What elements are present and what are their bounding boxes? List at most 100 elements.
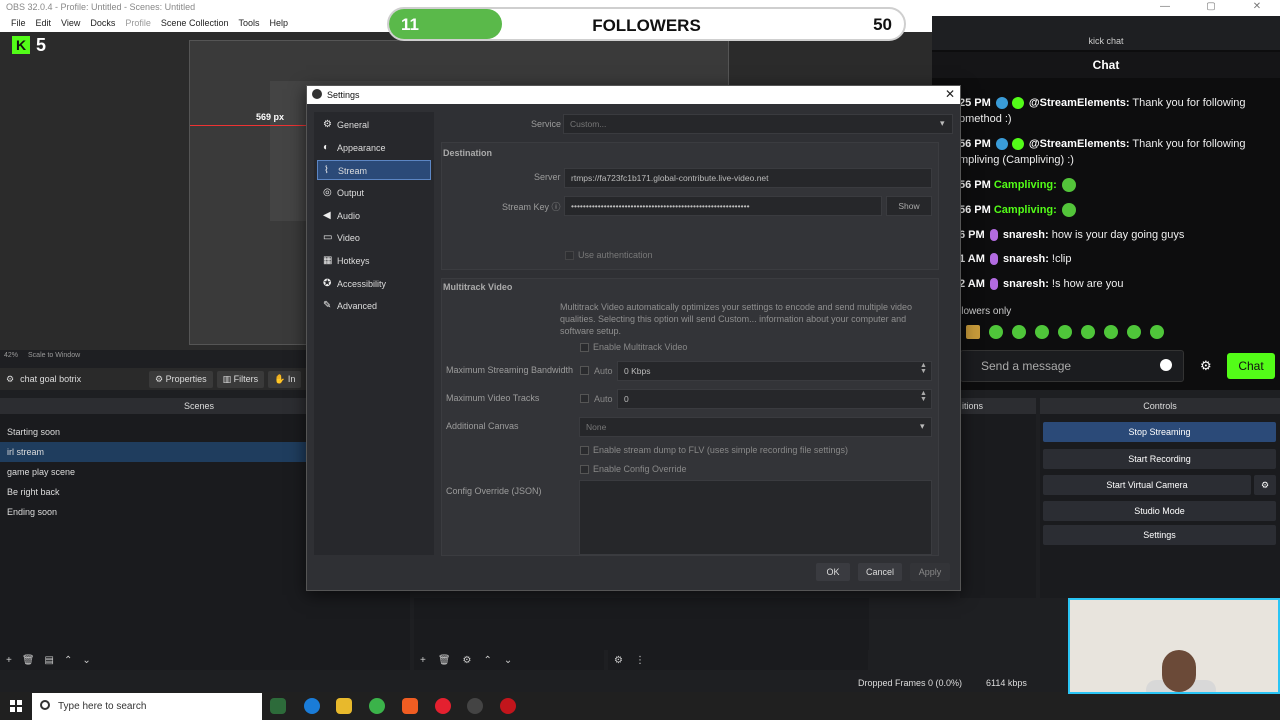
file-explorer-icon[interactable] (336, 698, 352, 714)
nav-output[interactable]: ◎ Output (317, 183, 431, 203)
max-bandwidth-input[interactable]: 0 Kbps (617, 361, 932, 381)
scene-item[interactable]: Starting soon (0, 422, 306, 442)
cancel-button[interactable]: Cancel (858, 563, 902, 581)
scene-item[interactable]: game play scene (0, 462, 306, 482)
brave-icon[interactable] (402, 698, 418, 714)
stop-streaming-button[interactable]: Stop Streaming (1043, 422, 1276, 442)
menu-tools[interactable]: Tools (233, 16, 264, 32)
obs-icon[interactable] (467, 698, 483, 714)
source-down-icon[interactable]: ⌄ (504, 655, 512, 666)
zoom-level[interactable]: 42% (4, 352, 18, 362)
use-auth-checkbox[interactable] (565, 251, 574, 260)
max-tracks-input[interactable]: 0 (617, 389, 932, 409)
minimize-icon[interactable]: — (1142, 0, 1188, 16)
max-tracks-label: Maximum Video Tracks (446, 393, 540, 403)
record-app-icon[interactable] (500, 698, 516, 714)
nav-general[interactable]: ⚙ General (317, 115, 431, 135)
server-input[interactable]: rtmps://fa723fc1b171.global-contribute.l… (564, 168, 932, 188)
terminal-app-icon[interactable] (270, 698, 286, 714)
scene-item-selected[interactable]: irl stream (0, 442, 306, 462)
nav-accessibility[interactable]: ✪ Accessibility (317, 274, 431, 294)
mixer-menu-icon[interactable]: ⋮ (635, 655, 645, 666)
dump-flv-checkbox[interactable] (580, 446, 589, 455)
edge-icon[interactable] (304, 698, 320, 714)
source-settings-icon[interactable]: ⚙ (463, 655, 472, 666)
emote-bar[interactable] (966, 325, 1164, 339)
maximize-icon[interactable]: ▢ (1188, 0, 1234, 16)
dialog-close-icon[interactable]: ✕ (945, 87, 955, 101)
start-recording-button[interactable]: Start Recording (1043, 449, 1276, 469)
show-key-button[interactable]: Show (886, 196, 932, 216)
canvas-dropdown-icon[interactable]: ▾ (920, 421, 925, 432)
chat-message: 25 PM @StreamElements: Thank you for fol… (959, 97, 1246, 125)
tracks-spinner-icon[interactable]: ▲ ▼ (920, 390, 927, 403)
nav-advanced[interactable]: ✎ Advanced (317, 296, 431, 316)
bandwidth-spinner-icon[interactable]: ▲ ▼ (920, 362, 927, 375)
menu-view[interactable]: View (56, 16, 85, 32)
menu-edit[interactable]: Edit (31, 16, 57, 32)
nav-stream[interactable]: ⌇ Stream (317, 160, 431, 180)
scene-filter-icon[interactable]: ▤ (45, 655, 54, 666)
config-override-checkbox[interactable] (580, 465, 589, 474)
chat-settings-icon[interactable]: ⚙ (1200, 358, 1212, 374)
scene-item[interactable]: Ending soon (0, 502, 306, 522)
chrome-icon[interactable] (369, 698, 385, 714)
scene-item[interactable]: Be right back (0, 482, 306, 502)
taskbar-search[interactable]: Type here to search (32, 693, 262, 720)
bandwidth-auto-checkbox[interactable] (580, 366, 589, 375)
verified-badge-icon (1011, 138, 1024, 151)
scale-mode[interactable]: Scale to Window (28, 352, 80, 362)
config-json-label: Config Override (JSON) (446, 486, 542, 496)
additional-canvas-select[interactable]: None (579, 417, 932, 437)
webcam-overlay (1068, 598, 1280, 694)
properties-button[interactable]: ⚙ Properties (149, 370, 213, 388)
virtual-camera-settings-icon[interactable]: ⚙ (1254, 475, 1276, 495)
enable-multitrack-checkbox[interactable] (580, 343, 589, 352)
studio-mode-button[interactable]: Studio Mode (1043, 501, 1276, 521)
apply-button[interactable]: Apply (910, 563, 950, 581)
ok-button[interactable]: OK (816, 563, 850, 581)
mic-badge-icon (989, 229, 998, 242)
followers-target: 50 (873, 15, 892, 34)
output-icon: ◎ (323, 187, 332, 198)
menu-help[interactable]: Help (264, 16, 293, 32)
move-up-icon[interactable]: ⌃ (64, 655, 72, 666)
followers-label: FOLLOWERS (592, 16, 701, 35)
add-source-icon[interactable]: + (420, 655, 426, 666)
nav-appearance[interactable]: ◐ Appearance (317, 138, 431, 158)
tracks-auto-checkbox[interactable] (580, 394, 589, 403)
delete-source-icon[interactable]: 🗑 (438, 655, 451, 666)
menu-docks[interactable]: Docks (85, 16, 120, 32)
chat-message-input[interactable]: Send a message (960, 350, 1184, 382)
destination-header: Destination (443, 148, 493, 158)
nav-hotkeys[interactable]: ▦ Hotkeys (317, 251, 431, 271)
service-dropdown-icon[interactable]: ▾ (940, 118, 945, 129)
windows-start-icon[interactable] (10, 700, 22, 712)
scenes-footer: + 🗑 ▤ ⌃ ⌄ (0, 650, 410, 670)
followers-goal-bar: 11 FOLLOWERS 50 (387, 7, 906, 41)
start-virtual-camera-button[interactable]: Start Virtual Camera (1043, 475, 1251, 495)
add-scene-icon[interactable]: + (6, 655, 12, 666)
filters-button[interactable]: ▥ Filters (216, 370, 265, 388)
close-window-icon[interactable]: ✕ (1234, 0, 1280, 16)
delete-scene-icon[interactable]: 🗑 (22, 655, 35, 666)
nav-audio[interactable]: ◀ Audio (317, 206, 431, 226)
transitions-header: itions (960, 398, 1036, 414)
emoji-picker-icon[interactable] (1160, 359, 1172, 371)
config-json-textarea[interactable] (579, 480, 932, 555)
menu-scene-collection[interactable]: Scene Collection (156, 16, 234, 32)
interact-button[interactable]: ✋ In (268, 370, 302, 388)
service-select[interactable]: Custom... (563, 114, 953, 134)
stream-key-input[interactable]: ••••••••••••••••••••••••••••••••••••••••… (564, 196, 882, 216)
move-down-icon[interactable]: ⌄ (82, 655, 90, 666)
opera-icon[interactable] (435, 698, 451, 714)
menu-file[interactable]: File (6, 16, 31, 32)
settings-button[interactable]: Settings (1043, 525, 1276, 545)
chat-send-button[interactable]: Chat (1227, 353, 1275, 379)
source-up-icon[interactable]: ⌃ (484, 655, 492, 666)
nav-video[interactable]: ▭ Video (317, 228, 431, 248)
menu-profile[interactable]: Profile (120, 16, 156, 32)
server-label: Server (534, 172, 561, 182)
mixer-settings-icon[interactable]: ⚙ (614, 655, 623, 666)
emote-icon (1061, 178, 1076, 193)
